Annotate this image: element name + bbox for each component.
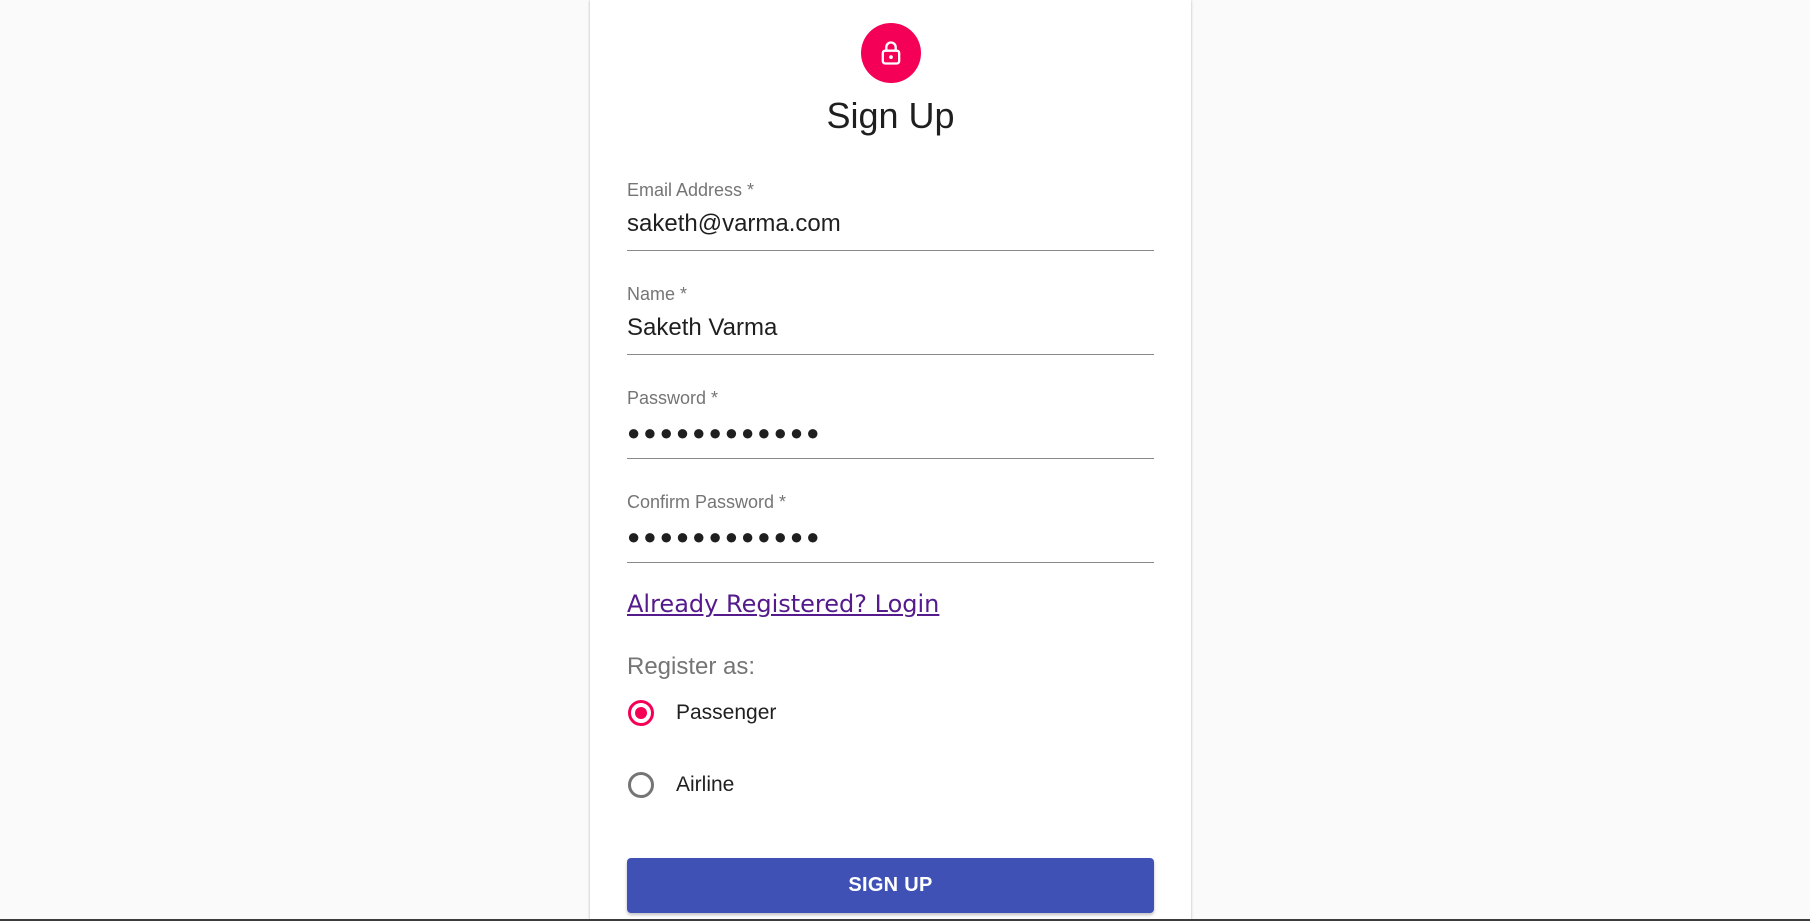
- lock-icon: [881, 41, 901, 65]
- radio-label-airline: Airline: [676, 773, 735, 796]
- password-field[interactable]: Password *: [627, 388, 1154, 459]
- password-input[interactable]: [627, 420, 1154, 446]
- email-label: Email Address *: [627, 180, 755, 200]
- name-input[interactable]: [627, 314, 1154, 342]
- radio-label-passenger: Passenger: [676, 701, 777, 724]
- register-as-label: Register as:: [627, 653, 756, 680]
- signup-card: Sign Up Email Address * Name * Password …: [590, 0, 1191, 921]
- radio-unchecked-icon[interactable]: [628, 772, 654, 798]
- email-field[interactable]: Email Address *: [627, 180, 1154, 251]
- name-field[interactable]: Name *: [627, 284, 1154, 355]
- login-link[interactable]: Already Registered? Login: [627, 590, 939, 618]
- confirm-password-label: Confirm Password *: [627, 492, 787, 512]
- page-title: Sign Up: [826, 95, 955, 136]
- password-label: Password *: [627, 388, 719, 408]
- avatar: [861, 23, 921, 83]
- radio-option-airline[interactable]: Airline: [627, 772, 734, 798]
- name-label: Name *: [627, 284, 688, 304]
- email-input[interactable]: [627, 210, 1154, 238]
- radio-option-passenger[interactable]: Passenger: [627, 700, 776, 726]
- confirm-password-field[interactable]: Confirm Password *: [627, 492, 1154, 563]
- page: Sign Up Email Address * Name * Password …: [0, 0, 1810, 921]
- confirm-password-input[interactable]: [627, 524, 1154, 550]
- sign-up-button[interactable]: SIGN UP: [627, 858, 1154, 913]
- radio-checked-icon[interactable]: [628, 700, 654, 726]
